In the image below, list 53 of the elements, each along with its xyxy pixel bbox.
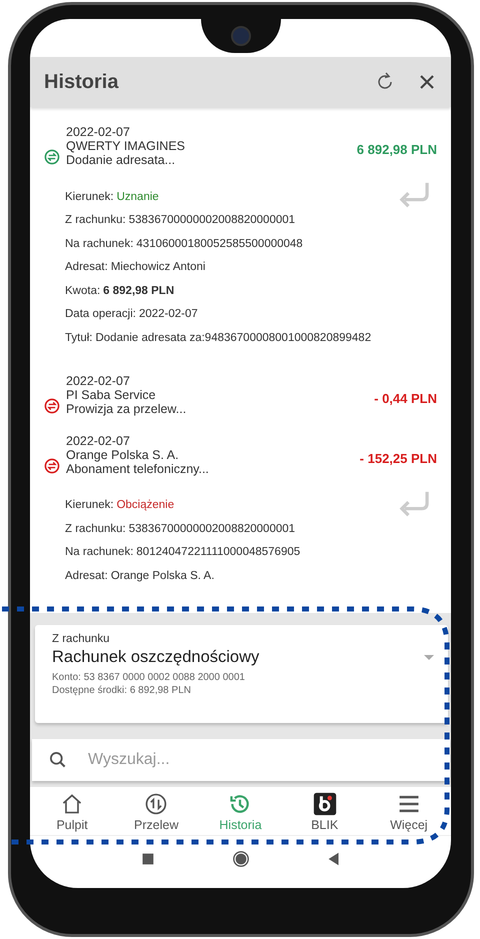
detail-value: Orange Polska S. A. <box>110 570 214 582</box>
transaction-description: Dodanie adresata... <box>66 153 176 167</box>
blik-logo-icon <box>312 792 337 816</box>
transaction-row[interactable]: 2022-02-07 PI Saba Service Prowizja za przelew... - 0,44 PLN <box>30 370 451 420</box>
transaction-row[interactable]: 2022-02-07 QWERTY IMAGINES Dodanie adresata... 6 892,98 PLN <box>30 121 451 171</box>
transaction-amount: - 0,44 PLN <box>374 390 437 406</box>
account-name: Rachunek oszczędnościowy <box>52 648 260 667</box>
circle-icon[interactable] <box>232 850 250 868</box>
detail-label: Na rachunek: <box>65 238 134 250</box>
caret-icon <box>424 655 434 660</box>
transaction-name: QWERTY IMAGINES <box>66 139 186 153</box>
detail-value: 43106000180052585500000048 <box>136 238 303 250</box>
detail-label: Tytuł: <box>65 332 92 344</box>
account-number: Konto: 53 8367 0000 0002 0088 2000 0001 <box>52 671 246 684</box>
detail-value: Uznanie <box>116 190 159 203</box>
detail-value: Miechowicz Antoni <box>110 261 206 274</box>
screen-title: Historia <box>44 70 120 94</box>
transaction-date: 2022-02-07 <box>66 374 131 388</box>
detail-label: Kierunek: <box>65 499 114 512</box>
detail-label: Z rachunku: <box>65 522 126 535</box>
detail-label: Data operacji: <box>65 308 136 320</box>
nav-tab[interactable]: Pulpit <box>32 792 112 832</box>
search-field[interactable]: Wyszukaj... <box>32 739 450 781</box>
nav-tab[interactable]: Przelew <box>116 792 196 832</box>
transaction-date: 2022-02-07 <box>66 125 131 139</box>
nav-tab[interactable]: BLIK <box>284 792 365 832</box>
nav-tab[interactable]: Więcej <box>368 792 449 832</box>
account-balance: Dostępne środki: 6 892,98 PLN <box>52 684 192 697</box>
detail-label: Adresat: <box>65 570 108 582</box>
detail-value: 53836700000002008820000001 <box>128 522 296 535</box>
detail-label: Kierunek: <box>65 190 114 203</box>
transaction-description: Prowizja za przelew... <box>66 402 188 416</box>
transaction-date: 2022-02-07 <box>66 434 131 448</box>
detail-value: 2022-02-07 <box>138 308 198 320</box>
account-selector[interactable]: Z rachunku Rachunek oszczędnościowy Konto: 53 8367 0000 0002 0088 2000 0001 Dostępne środki: 6 892,98 PLN <box>35 625 448 723</box>
detail-label: Z rachunku: <box>65 214 126 226</box>
transaction-row[interactable]: 2022-02-07 Orange Polska S. A. Abonament telefoniczny... - 152,25 PLN <box>30 430 451 480</box>
detail-label: Na rachunek: <box>65 546 134 558</box>
search-icon <box>48 750 68 770</box>
account-label: Z rachunku <box>52 633 111 645</box>
transaction-amount: - 152,25 PLN <box>360 450 437 466</box>
transfer-icon <box>144 792 168 816</box>
detail-value: Obciążenie <box>116 499 174 512</box>
transaction-amount: 6 892,98 PLN <box>356 142 437 157</box>
detail-label: Adresat: <box>65 261 108 274</box>
transaction-name: PI Saba Service <box>66 388 157 402</box>
transaction-description: Abonament telefoniczny... <box>66 462 210 476</box>
detail-label: Kwota: <box>65 284 100 297</box>
detail-value: Dodanie adresata za:94836700008001000820899482 <box>95 332 372 344</box>
detail-value: 6 892,98 PLN <box>103 284 174 297</box>
detail-value: 80124047221111000048576905 <box>136 546 300 558</box>
detail-value: 53836700000002008820000001 <box>128 214 296 226</box>
transaction-name: Orange Polska S. A. <box>66 448 180 462</box>
